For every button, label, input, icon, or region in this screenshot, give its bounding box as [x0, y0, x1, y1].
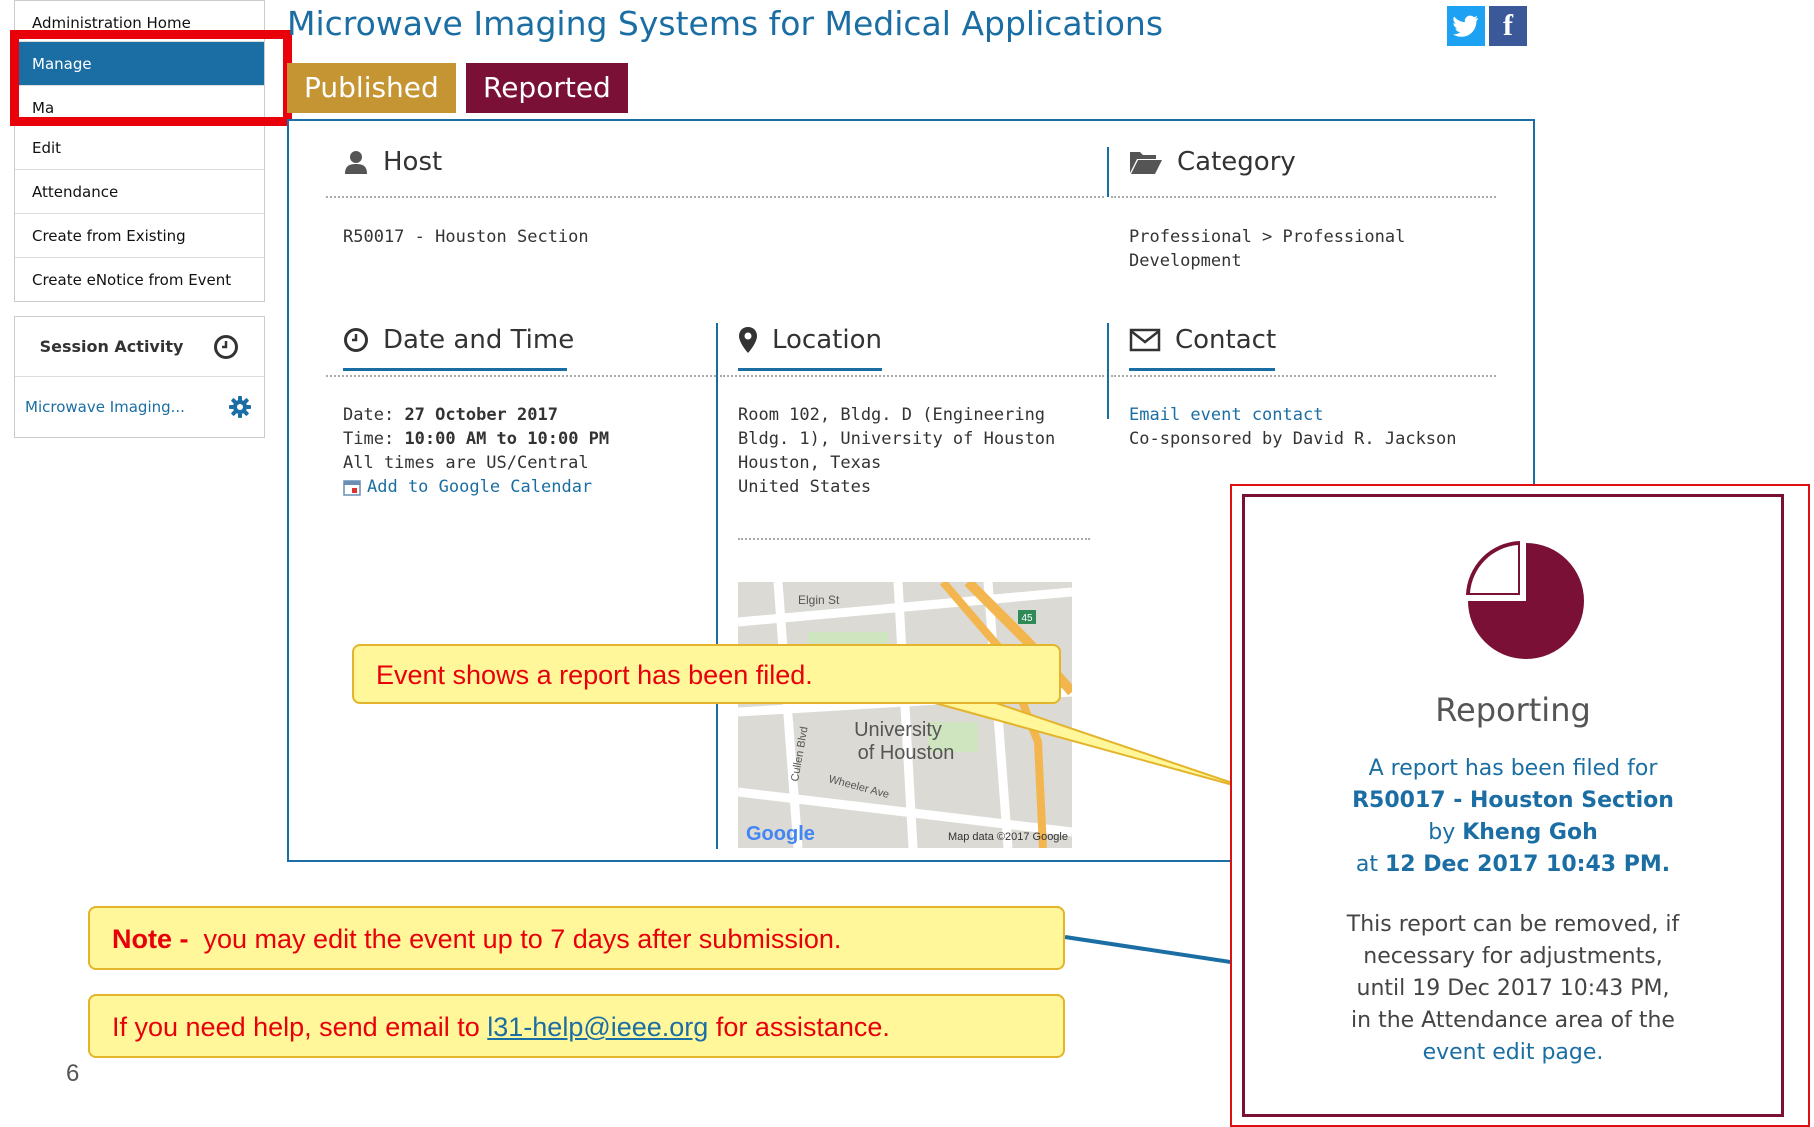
reporting-removal-note: This report can be removed, if necessary…: [1245, 909, 1781, 1069]
event-edit-page-link[interactable]: event edit page.: [1245, 1037, 1781, 1069]
report-filed-callout: Event shows a report has been filed.: [352, 644, 1061, 704]
help-prefix: If you need help, send email to: [112, 1012, 480, 1042]
reporting-note-line-2: necessary for adjustments,: [1363, 944, 1663, 969]
help-email-link[interactable]: l31-help@ieee.org: [487, 1012, 708, 1042]
help-callout: If you need help, send email to l31-help…: [88, 994, 1065, 1058]
reporting-panel-frame: Reporting A report has been filed for R5…: [1230, 484, 1810, 1127]
help-suffix: for assistance.: [715, 1012, 890, 1042]
note-callout: Note - you may edit the event up to 7 da…: [88, 906, 1065, 970]
reporting-summary: A report has been filed for R50017 - Hou…: [1245, 753, 1781, 881]
reporting-at-label: at: [1355, 852, 1378, 877]
reporting-reporter: Kheng Goh: [1462, 820, 1598, 845]
report-progress-pie-icon: [1466, 541, 1584, 659]
reporting-title: Reporting: [1435, 691, 1591, 729]
note-text: you may edit the event up to 7 days afte…: [203, 924, 842, 954]
reporting-line-1: A report has been filed for: [1368, 756, 1658, 781]
reporting-timestamp: 12 Dec 2017 10:43 PM.: [1385, 852, 1671, 877]
reporting-note-line-3: until 19 Dec 2017 10:43 PM,: [1356, 976, 1670, 1001]
reporting-section: R50017 - Houston Section: [1352, 788, 1674, 813]
reporting-panel: Reporting A report has been filed for R5…: [1242, 494, 1784, 1117]
reporting-by-label: by: [1428, 820, 1456, 845]
slide-number: 6: [66, 1060, 80, 1087]
reporting-note-line-1: This report can be removed, if: [1346, 912, 1680, 937]
callout-pointer: [934, 702, 1263, 794]
reporting-note-line-4: in the Attendance area of the: [1351, 1008, 1675, 1033]
note-bold-label: Note -: [112, 924, 189, 954]
